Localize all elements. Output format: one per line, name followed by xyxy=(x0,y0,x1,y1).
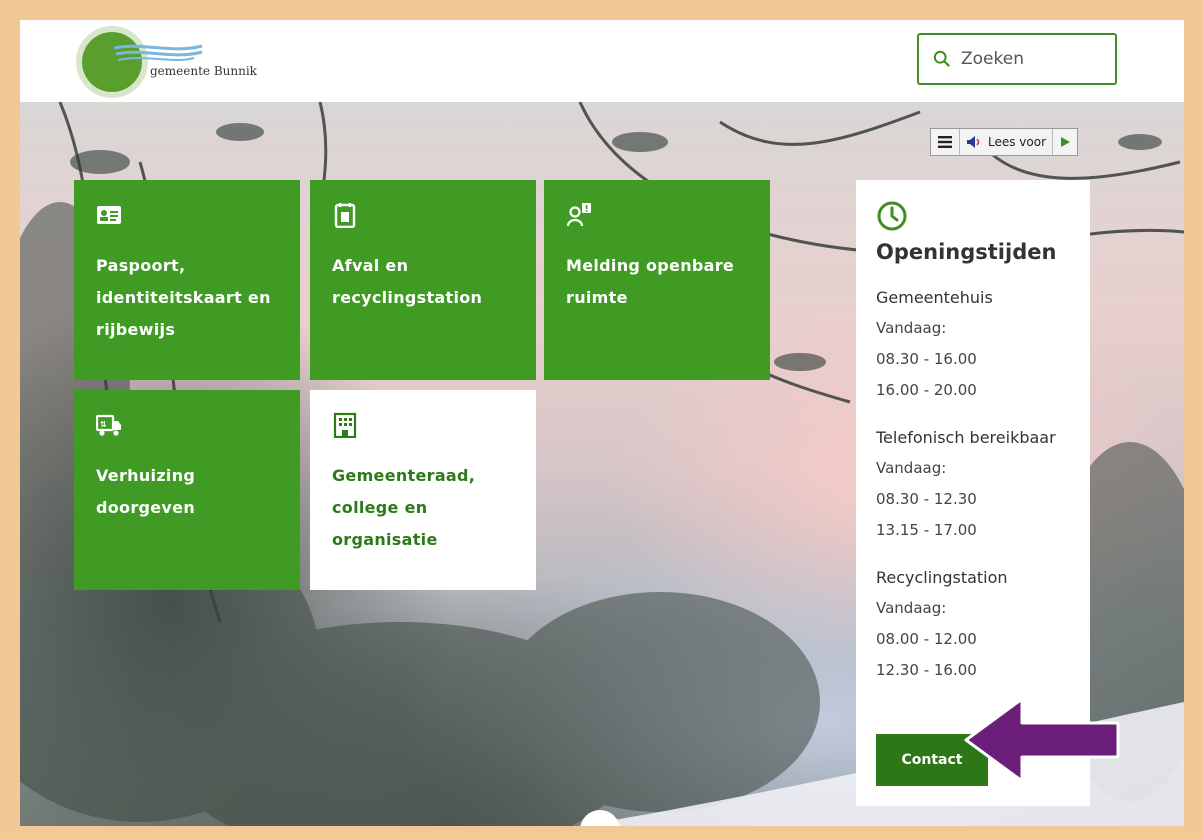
search-placeholder: Zoeken xyxy=(961,49,1024,69)
tile-verhuizing[interactable]: ⇅ Verhuizing doorgeven xyxy=(74,390,300,590)
clock-icon xyxy=(877,201,907,231)
report-person-icon xyxy=(566,203,591,227)
tile-gemeenteraad[interactable]: Gemeenteraad, college en organisatie xyxy=(310,390,536,590)
id-card-icon xyxy=(97,206,121,224)
gemeente-bunnik-logo[interactable] xyxy=(72,24,292,98)
tile-label: Gemeenteraad, college en organisatie xyxy=(332,466,476,549)
tile-label: Melding openbare ruimte xyxy=(566,256,735,307)
building-icon xyxy=(333,412,357,438)
time-range: 08.30 - 16.00 xyxy=(876,350,977,368)
location-block-gemeentehuis: Gemeentehuis Vandaag: 08.30 - 16.00 16.0… xyxy=(876,282,1070,406)
site-header: gemeente Bunnik Zoeken xyxy=(20,20,1184,102)
menu-icon xyxy=(938,136,952,148)
time-range: 08.00 - 12.00 xyxy=(876,630,977,648)
readspeaker-play-button[interactable] xyxy=(1053,129,1077,155)
tile-label: Verhuizing doorgeven xyxy=(96,466,196,517)
tile-melding[interactable]: Melding openbare ruimte xyxy=(544,180,770,380)
location-block-telefonisch: Telefonisch bereikbaar Vandaag: 08.30 - … xyxy=(876,422,1070,546)
lees-voor-button[interactable]: Lees voor xyxy=(960,129,1054,155)
waste-bin-icon xyxy=(334,203,356,228)
svg-text:⇅: ⇅ xyxy=(100,420,107,429)
speaker-icon xyxy=(967,136,980,148)
moving-truck-icon: ⇅ xyxy=(96,414,121,436)
tile-label: Afval en recyclingstation xyxy=(332,256,483,307)
tile-afval[interactable]: Afval en recyclingstation xyxy=(310,180,536,380)
day-label: Vandaag: xyxy=(876,599,947,617)
location-name: Recyclingstation xyxy=(876,568,1008,587)
location-block-recyclingstation: Recyclingstation Vandaag: 08.00 - 12.00 … xyxy=(876,562,1070,686)
readspeaker-menu-button[interactable] xyxy=(931,129,960,155)
readspeaker-toolbar: Lees voor xyxy=(930,128,1079,156)
play-icon xyxy=(1061,137,1071,147)
location-name: Telefonisch bereikbaar xyxy=(876,428,1056,447)
search-icon xyxy=(933,50,950,67)
lees-voor-label: Lees voor xyxy=(988,135,1047,149)
annotation-arrow-icon xyxy=(964,697,1120,783)
tile-paspoort[interactable]: Paspoort, identiteitskaart en rijbewijs xyxy=(74,180,300,380)
time-range: 13.15 - 17.00 xyxy=(876,521,977,539)
time-range: 16.00 - 20.00 xyxy=(876,381,977,399)
time-range: 12.30 - 16.00 xyxy=(876,661,977,679)
search-field[interactable]: Zoeken xyxy=(917,33,1117,85)
opening-hours-title: Openingstijden xyxy=(876,240,1057,264)
tile-label: Paspoort, identiteitskaart en rijbewijs xyxy=(96,256,271,339)
day-label: Vandaag: xyxy=(876,459,947,477)
logo-emblem-icon xyxy=(76,26,203,98)
day-label: Vandaag: xyxy=(876,319,947,337)
location-name: Gemeentehuis xyxy=(876,288,993,307)
time-range: 08.30 - 12.30 xyxy=(876,490,977,508)
logo-text: gemeente Bunnik xyxy=(150,64,257,78)
